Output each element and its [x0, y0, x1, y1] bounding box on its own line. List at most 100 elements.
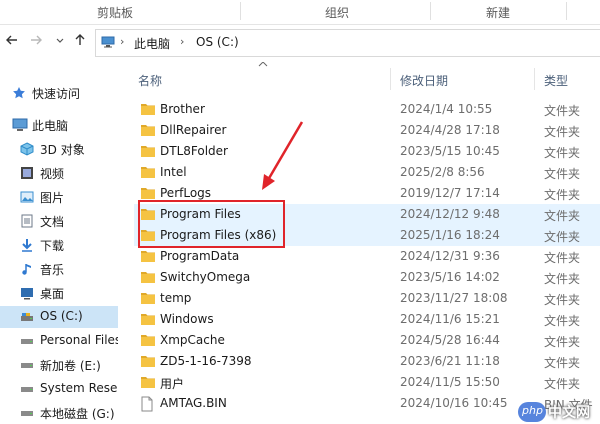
breadcrumb-separator[interactable]: › [120, 35, 124, 48]
sidebar-item-desktop[interactable]: 桌面 [0, 282, 118, 304]
arrow-up-icon[interactable] [72, 33, 88, 51]
file-type: 文件夹 [544, 272, 581, 286]
folder-icon [140, 123, 156, 140]
navigation-bar: › 此电脑 › OS (C:) [0, 25, 600, 61]
sidebar-item-system-reserved[interactable]: System Reser [0, 378, 118, 400]
file-date-modified: 2024/10/16 10:45 [400, 396, 508, 410]
file-name: Windows [160, 312, 214, 326]
file-row[interactable]: XmpCache 2024/5/28 16:44 文件夹 [134, 330, 600, 351]
folder-icon [140, 354, 156, 371]
sidebar-item-label: 文档 [40, 215, 65, 229]
file-name: Intel [160, 165, 187, 179]
file-name: SwitchyOmega [160, 270, 251, 284]
file-name: DTL8Folder [160, 144, 228, 158]
breadcrumb-os-c[interactable]: OS (C:) [196, 35, 239, 49]
sidebar-item-label: 此电脑 [32, 119, 69, 133]
folder-icon [140, 333, 156, 350]
file-type: 文件夹 [544, 314, 581, 328]
sidebar-item-label: 快速访问 [32, 87, 81, 101]
ribbon-divider [240, 2, 241, 20]
folder-icon [140, 291, 156, 308]
folder-icon [140, 375, 156, 392]
file-name: XmpCache [160, 333, 225, 347]
watermark-badge-text: php [522, 404, 543, 417]
file-row[interactable]: ZD5-1-16-7398 2023/6/21 11:18 文件夹 [134, 351, 600, 372]
file-name: temp [160, 291, 192, 305]
file-row[interactable]: DllRepairer 2024/4/28 17:18 文件夹 [134, 120, 600, 141]
file-date-modified: 2023/5/16 14:02 [400, 270, 500, 284]
sidebar-item-personal-files[interactable]: Personal Files [0, 330, 118, 352]
column-header-type[interactable]: 类型 [544, 72, 568, 89]
music-icon [20, 262, 34, 276]
file-row[interactable]: 用户 2024/11/5 15:50 文件夹 [134, 372, 600, 393]
drive-icon [20, 406, 34, 420]
file-row[interactable]: DTL8Folder 2023/5/15 10:45 文件夹 [134, 141, 600, 162]
drive-icon [20, 334, 34, 348]
sidebar-item-os-c[interactable]: OS (C:) [0, 306, 118, 328]
sidebar-item-downloads[interactable]: 下载 [0, 234, 118, 256]
sidebar-item-pictures[interactable]: 图片 [0, 186, 118, 208]
file-row[interactable]: PerfLogs 2019/12/7 17:14 文件夹 [134, 183, 600, 204]
file-type: 文件夹 [544, 209, 581, 223]
chevron-down-icon[interactable] [52, 33, 68, 51]
file-date-modified: 2024/12/31 9:36 [400, 249, 500, 263]
watermark-text: 中文网 [548, 405, 590, 421]
ribbon-divider [566, 2, 567, 20]
file-row[interactable]: Intel 2025/2/8 8:56 文件夹 [134, 162, 600, 183]
file-row[interactable]: SwitchyOmega 2023/5/16 14:02 文件夹 [134, 267, 600, 288]
sidebar-item-drive-e[interactable]: 新加卷 (E:) [0, 354, 118, 376]
file-type: 文件夹 [544, 356, 581, 370]
file-type: 文件夹 [544, 125, 581, 139]
file-row[interactable]: Windows 2024/11/6 15:21 文件夹 [134, 309, 600, 330]
ribbon-group-new: 新建 [486, 6, 511, 20]
file-row[interactable]: Program Files (x86) 2025/1/16 18:24 文件夹 [134, 225, 600, 246]
sidebar-item-quick-access[interactable]: 快速访问 [0, 82, 118, 104]
sort-ascending-icon [258, 62, 268, 71]
file-row[interactable]: temp 2023/11/27 18:08 文件夹 [134, 288, 600, 309]
file-row[interactable]: Program Files 2024/12/12 9:48 文件夹 [134, 204, 600, 225]
file-date-modified: 2024/12/12 9:48 [400, 207, 500, 221]
breadcrumb-this-pc[interactable]: 此电脑 [134, 35, 170, 52]
sidebar-item-3d-objects[interactable]: 3D 对象 [0, 138, 118, 160]
sidebar-item-this-pc[interactable]: 此电脑 [0, 114, 118, 136]
computer-icon [101, 36, 115, 51]
file-date-modified: 2019/12/7 17:14 [400, 186, 500, 200]
sidebar-item-label: 桌面 [40, 287, 65, 301]
folder-icon [140, 207, 156, 224]
file-row[interactable]: ProgramData 2024/12/31 9:36 文件夹 [134, 246, 600, 267]
download-icon [20, 238, 34, 252]
star-icon [12, 86, 26, 100]
file-name: 用户 [160, 377, 185, 391]
column-divider[interactable] [390, 68, 391, 90]
breadcrumb-separator[interactable]: › [180, 35, 184, 48]
video-icon [20, 166, 34, 180]
sidebar-item-drive-g[interactable]: 本地磁盘 (G:) [0, 402, 118, 424]
sidebar-item-documents[interactable]: 文档 [0, 210, 118, 232]
column-header-date-modified[interactable]: 修改日期 [400, 72, 448, 89]
file-name: Program Files (x86) [160, 228, 277, 242]
folder-icon [140, 228, 156, 245]
folder-icon [140, 312, 156, 329]
sidebar-item-label: 3D 对象 [40, 143, 85, 157]
file-type: 文件夹 [544, 293, 581, 307]
sidebar-item-videos[interactable]: 视频 [0, 162, 118, 184]
arrow-left-icon[interactable] [4, 33, 20, 51]
file-type: 文件夹 [544, 230, 581, 244]
navigation-pane: 快速访问 此电脑 3D 对象 视频 图片 文档 下载 音乐 桌面 OS (C:)… [0, 62, 118, 424]
address-bar[interactable]: › 此电脑 › OS (C:) [95, 29, 600, 57]
sidebar-item-label: 音乐 [40, 263, 65, 277]
sidebar-item-label: OS (C:) [40, 309, 83, 323]
file-type: 文件夹 [544, 104, 581, 118]
sidebar-item-label: 视频 [40, 167, 65, 181]
picture-icon [20, 190, 34, 204]
column-header-name[interactable]: 名称 [138, 72, 162, 89]
file-type: 文件夹 [544, 377, 581, 391]
file-row[interactable]: Brother 2024/1/4 10:55 文件夹 [134, 99, 600, 120]
drive-icon [20, 310, 34, 324]
file-type: 文件夹 [544, 335, 581, 349]
arrow-right-icon[interactable] [28, 33, 44, 51]
column-divider[interactable] [534, 68, 535, 90]
file-date-modified: 2025/1/16 18:24 [400, 228, 500, 242]
sidebar-item-music[interactable]: 音乐 [0, 258, 118, 280]
file-date-modified: 2023/5/15 10:45 [400, 144, 500, 158]
